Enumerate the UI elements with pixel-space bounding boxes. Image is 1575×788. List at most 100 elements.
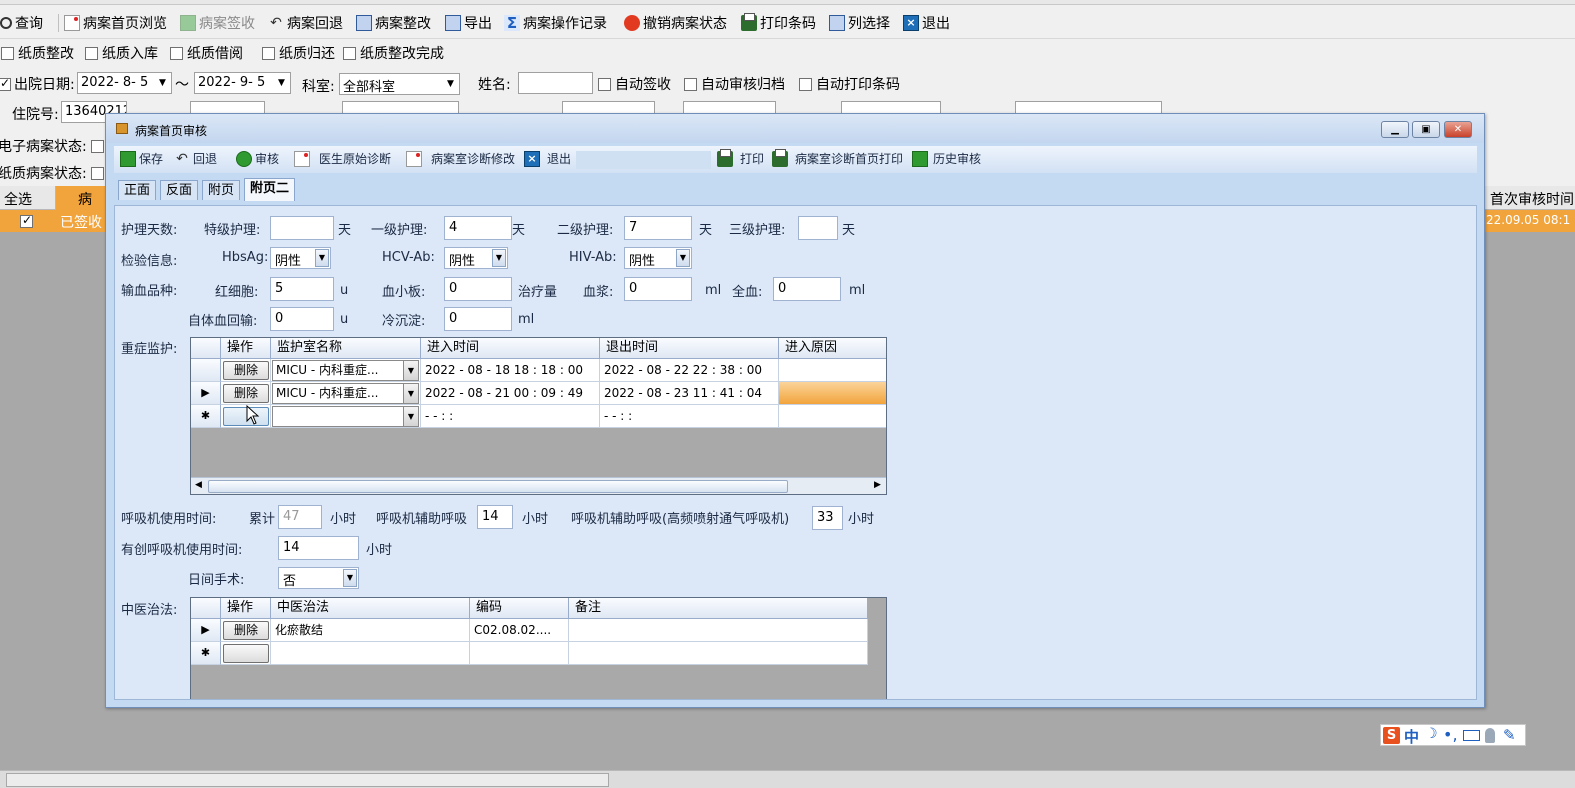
exit-time-cell[interactable]: 2022 - 08 - 22 22 : 38 : 00 xyxy=(600,359,779,382)
plasma-input[interactable]: 0 xyxy=(624,277,692,301)
tab-appendix-2[interactable]: 附页二 xyxy=(244,178,296,201)
third-care-input[interactable] xyxy=(798,216,838,240)
enter-reason-cell[interactable] xyxy=(779,359,886,382)
print-button[interactable]: 打印 xyxy=(717,148,764,167)
history-audit-button[interactable]: 历史审核 xyxy=(912,150,981,167)
auto-print-checkbox[interactable]: 自动打印条码 xyxy=(799,74,900,94)
exit-button[interactable]: × 退出 xyxy=(903,12,950,34)
user-icon[interactable] xyxy=(1485,728,1495,743)
scroll-thumb[interactable] xyxy=(208,480,788,493)
maximize-button[interactable]: ▣ xyxy=(1412,121,1440,138)
keyboard-icon[interactable] xyxy=(1463,730,1480,741)
moon-icon[interactable]: ☽ xyxy=(1425,726,1438,742)
cryo-input[interactable]: 0 xyxy=(444,307,512,331)
tab-back[interactable]: 反面 xyxy=(160,180,199,200)
ventilator-assist-input[interactable]: 14 xyxy=(477,505,513,529)
column-select-button[interactable]: 列选择 xyxy=(829,12,890,34)
platelet-input[interactable]: 0 xyxy=(444,277,512,301)
print-barcode-button[interactable]: 打印条码 xyxy=(741,12,816,34)
enter-reason-cell-empty[interactable] xyxy=(779,405,886,428)
date-to-picker[interactable]: 2022- 9- 5 ▼ xyxy=(194,72,291,94)
auto-sign-checkbox[interactable]: 自动签收 xyxy=(598,74,671,94)
browse-homepage-button[interactable]: 病案首页浏览 xyxy=(64,12,167,34)
rollback-button[interactable]: ↶ 回退 xyxy=(174,150,217,167)
sign-receipt-button[interactable]: 病案签收 xyxy=(180,12,255,34)
hcv-select[interactable]: 阴性 ▼ xyxy=(444,247,508,269)
enter-reason-cell-selected[interactable] xyxy=(779,382,886,405)
delete-row-button[interactable]: 删除 xyxy=(223,621,269,640)
paper-rectify-checkbox[interactable]: 纸质整改 xyxy=(1,43,74,63)
save-button[interactable]: 保存 xyxy=(120,150,163,167)
name-input[interactable] xyxy=(518,72,593,94)
row-header[interactable] xyxy=(191,359,221,382)
select-all-header[interactable]: 全选 xyxy=(0,186,56,210)
check-circle-icon xyxy=(236,150,252,167)
paper-rectify-done-checkbox[interactable]: 纸质整改完成 xyxy=(343,43,444,63)
date-from-picker[interactable]: 2022- 8- 5 ▼ xyxy=(77,72,172,94)
exit-time-cell[interactable]: 2022 - 08 - 23 11 : 41 : 04 xyxy=(600,382,779,405)
first-care-input[interactable]: 4 xyxy=(444,216,512,240)
scroll-left-icon[interactable]: ◀ xyxy=(195,480,202,490)
scroll-right-icon[interactable]: ▶ xyxy=(874,480,881,490)
icu-name-select[interactable]: MICU - 内科重症... ▼ xyxy=(272,383,419,404)
day-surgery-select[interactable]: 否 ▼ xyxy=(278,567,359,589)
tcm-method-cell-empty[interactable] xyxy=(271,642,470,665)
dept-select[interactable]: 全部科室 ▼ xyxy=(339,73,460,95)
second-care-input[interactable]: 7 xyxy=(624,216,692,240)
query-button[interactable]: 查询 xyxy=(0,12,43,34)
dialog-titlebar[interactable]: 病案首页审核 ▁ ▣ ✕ xyxy=(106,114,1484,143)
icu-name-select-empty[interactable]: ▼ xyxy=(272,406,419,427)
tcm-method-cell[interactable]: 化瘀散结 xyxy=(271,619,470,642)
revoke-status-button[interactable]: 撤销病案状态 xyxy=(624,12,727,34)
exit-time-cell-empty[interactable]: - - : : xyxy=(600,405,779,428)
operation-log-button[interactable]: Σ 病案操作记录 xyxy=(504,12,607,34)
tcm-code-cell-empty[interactable] xyxy=(470,642,569,665)
doctor-diagnosis-button[interactable]: 医生原始诊断 xyxy=(294,150,391,167)
row-header-current[interactable]: ▶ xyxy=(191,619,221,642)
hiv-select[interactable]: 阴性 ▼ xyxy=(624,247,692,269)
discharge-date-checkbox[interactable]: 出院日期: xyxy=(0,74,75,94)
icu-grid-hscrollbar[interactable]: ◀ ▶ xyxy=(191,477,886,494)
tab-front[interactable]: 正面 xyxy=(118,180,157,200)
diagnosis-print-button[interactable]: 病案室诊断首页打印 xyxy=(772,148,903,167)
paper-borrow-checkbox[interactable]: 纸质借阅 xyxy=(170,43,243,63)
special-care-input[interactable] xyxy=(270,216,334,240)
delete-row-button[interactable]: 删除 xyxy=(223,384,269,403)
tcm-note-cell[interactable] xyxy=(569,619,868,642)
paper-return-checkbox[interactable]: 纸质归还 xyxy=(262,43,335,63)
ime-mode-label[interactable]: 中 xyxy=(1404,726,1419,747)
close-button[interactable]: ✕ xyxy=(1444,121,1472,138)
icu-name-select[interactable]: MICU - 内科重症... ▼ xyxy=(272,360,419,381)
row-header-current[interactable]: ▶ xyxy=(191,382,221,405)
hf-ventilator-input[interactable]: 33 xyxy=(812,506,843,530)
invasive-input[interactable]: 14 xyxy=(278,536,359,560)
rbc-input[interactable]: 5 xyxy=(270,277,334,301)
wrench-icon[interactable]: ✎ xyxy=(1503,726,1516,744)
row-select-checkbox[interactable] xyxy=(20,213,33,228)
tcm-note-cell-empty[interactable] xyxy=(569,642,868,665)
autologous-input[interactable]: 0 xyxy=(270,307,334,331)
delete-row-button[interactable]: 删除 xyxy=(223,361,269,380)
ime-toolbar[interactable]: S 中 ☽ •, ✎ xyxy=(1380,724,1526,746)
audit-button[interactable]: 审核 xyxy=(236,150,279,167)
hbsag-select[interactable]: 阴性 ▼ xyxy=(270,247,331,269)
minimize-button[interactable]: ▁ xyxy=(1381,121,1409,138)
first-review-header[interactable]: 首次审核时间 xyxy=(1486,186,1575,210)
enter-time-cell[interactable]: 2022 - 08 - 21 00 : 09 : 49 xyxy=(421,382,600,405)
tcm-code-cell[interactable]: C02.08.02.... xyxy=(470,619,569,642)
case-column-header[interactable]: 病案 xyxy=(56,186,106,210)
diagnosis-edit-button[interactable]: 病案室诊断修改 xyxy=(406,150,515,167)
return-case-button[interactable]: ↶ 病案回退 xyxy=(268,12,343,34)
enter-time-cell[interactable]: 2022 - 08 - 18 18 : 18 : 00 xyxy=(421,359,600,382)
auto-review-checkbox[interactable]: 自动审核归档 xyxy=(684,74,785,94)
export-button[interactable]: 导出 xyxy=(445,12,492,34)
scrollbar-thumb[interactable] xyxy=(6,773,609,787)
tab-appendix[interactable]: 附页 xyxy=(202,180,241,200)
enter-time-cell-empty[interactable]: - - : : xyxy=(421,405,600,428)
dialog-exit-button[interactable]: × 退出 xyxy=(524,150,571,167)
new-row-button[interactable] xyxy=(223,644,269,663)
rectify-button[interactable]: 病案整改 xyxy=(356,12,431,34)
whole-blood-input[interactable]: 0 xyxy=(773,277,841,301)
paper-storage-checkbox[interactable]: 纸质入库 xyxy=(85,43,158,63)
punctuation-icon[interactable]: •, xyxy=(1443,725,1458,744)
